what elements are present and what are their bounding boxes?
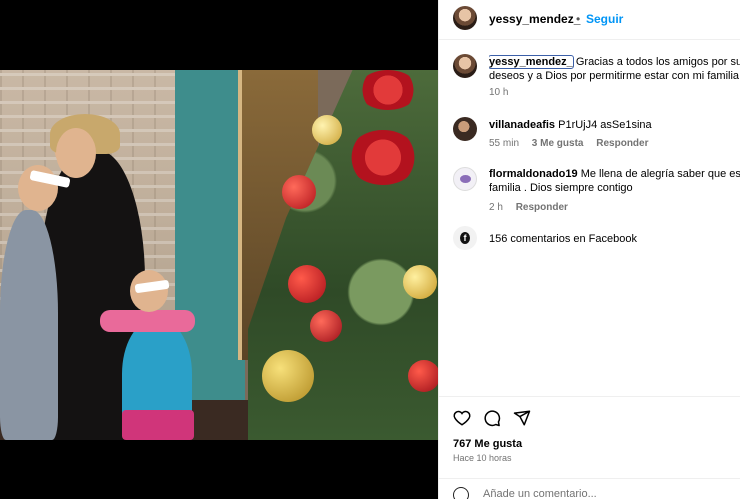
- facebook-comments-link[interactable]: 156 comentarios en Facebook: [489, 232, 740, 246]
- comment-body-line1: Me llena de alegría saber que est: [580, 168, 740, 180]
- add-comment-input[interactable]: Añade un comentario...: [483, 488, 597, 499]
- facebook-glyph: f: [460, 232, 470, 244]
- ornament: [403, 265, 437, 299]
- comment-bubble-icon[interactable]: [483, 409, 501, 427]
- separator-dot: •: [576, 12, 581, 26]
- girl-right-arm: [100, 310, 195, 332]
- comment-meta: 2 h Responder: [489, 202, 568, 213]
- woman-face-front: [56, 128, 96, 178]
- comment-text: flormaldonado19 Me llena de alegría sabe…: [489, 167, 740, 195]
- ornament: [312, 115, 342, 145]
- caption-line2: deseos y a Dios por permitirme estar con…: [489, 70, 740, 82]
- caption-avatar[interactable]: [453, 54, 477, 78]
- post-header: yessy_mendez_ • Seguir: [439, 0, 740, 40]
- add-comment-bar: Añade un comentario...: [439, 478, 740, 499]
- avatar[interactable]: [453, 6, 477, 30]
- girl-left: [0, 210, 58, 440]
- post-sidebar: yessy_mendez_ • Seguir yessy_mendez_ Gra…: [438, 0, 740, 499]
- comment-avatar[interactable]: [453, 117, 477, 141]
- poinsettia: [348, 130, 418, 185]
- follow-button[interactable]: Seguir: [586, 12, 623, 26]
- likes-count[interactable]: 767 Me gusta: [453, 438, 522, 450]
- comment-body-line2: familia . Dios siempre contigo: [489, 182, 633, 194]
- reply-button[interactable]: Responder: [516, 202, 568, 213]
- post-time[interactable]: Hace 10 horas: [453, 453, 512, 463]
- post-media-pane: [0, 0, 438, 499]
- post-photo[interactable]: [0, 70, 438, 440]
- action-bar: [439, 396, 740, 436]
- header-username[interactable]: yessy_mendez_: [489, 12, 580, 26]
- ornament: [262, 350, 314, 402]
- ornament: [282, 175, 316, 209]
- poinsettia: [358, 70, 418, 110]
- caption-time[interactable]: 10 h: [489, 87, 508, 98]
- heart-icon[interactable]: [453, 409, 471, 427]
- christmas-tree: [248, 70, 438, 440]
- girl-right-skirt: [122, 410, 194, 440]
- ornament: [288, 265, 326, 303]
- paper-plane-icon[interactable]: [513, 409, 531, 427]
- reply-button[interactable]: Responder: [596, 138, 648, 149]
- comment-likes[interactable]: 3 Me gusta: [532, 138, 584, 149]
- comment-avatar[interactable]: [453, 167, 477, 191]
- smiley-icon[interactable]: [453, 487, 469, 499]
- caption-line1: Gracias a todos los amigos por su: [575, 56, 740, 68]
- flower-icon: [460, 175, 471, 183]
- ornament: [310, 310, 342, 342]
- caption-text: yessy_mendez_ Gracias a todos los amigos…: [489, 55, 740, 83]
- comment-text: villanadeafis P1rUjJ4 asSe1sina: [489, 118, 740, 132]
- comment-username[interactable]: flormaldonado19: [489, 168, 578, 180]
- comment-time[interactable]: 55 min: [489, 138, 519, 149]
- caption-username[interactable]: yessy_mendez_: [489, 55, 574, 69]
- comment-username[interactable]: villanadeafis: [489, 119, 555, 131]
- ornament: [408, 360, 438, 392]
- facebook-icon: f: [453, 226, 477, 250]
- comment-time[interactable]: 2 h: [489, 202, 503, 213]
- comment-meta: 55 min 3 Me gusta Responder: [489, 138, 649, 149]
- comment-body: P1rUjJ4 asSe1sina: [558, 119, 652, 131]
